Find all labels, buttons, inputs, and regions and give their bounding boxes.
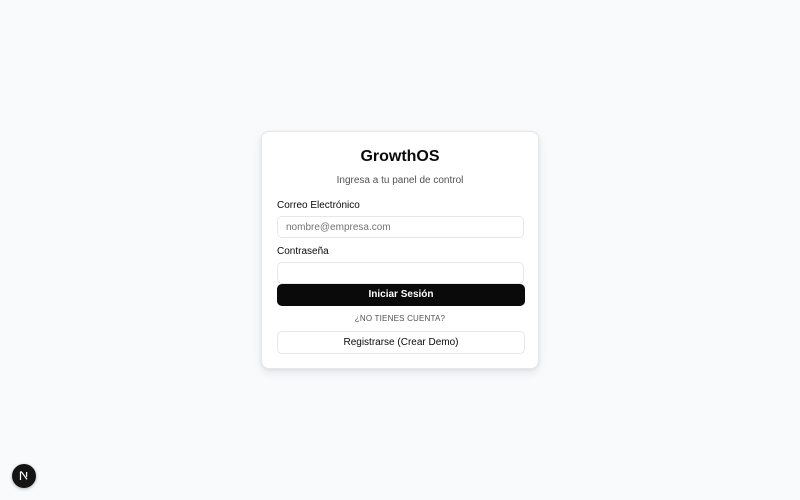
email-field[interactable] xyxy=(277,216,524,238)
no-account-text: ¿NO TIENES CUENTA? xyxy=(354,314,446,323)
nextjs-logo-icon xyxy=(19,471,28,480)
email-label: Correo Electrónico xyxy=(277,200,360,211)
sign-in-button[interactable]: Iniciar Sesión xyxy=(277,284,525,306)
login-card: GrowthOS Ingresa a tu panel de control C… xyxy=(261,131,539,369)
password-field[interactable] xyxy=(277,262,524,284)
nextjs-dev-badge[interactable] xyxy=(12,464,36,488)
login-subtitle: Ingresa a tu panel de control xyxy=(336,175,464,186)
password-label: Contraseña xyxy=(277,246,329,257)
register-demo-button[interactable]: Registrarse (Crear Demo) xyxy=(277,331,525,354)
app-title: GrowthOS xyxy=(360,148,440,165)
